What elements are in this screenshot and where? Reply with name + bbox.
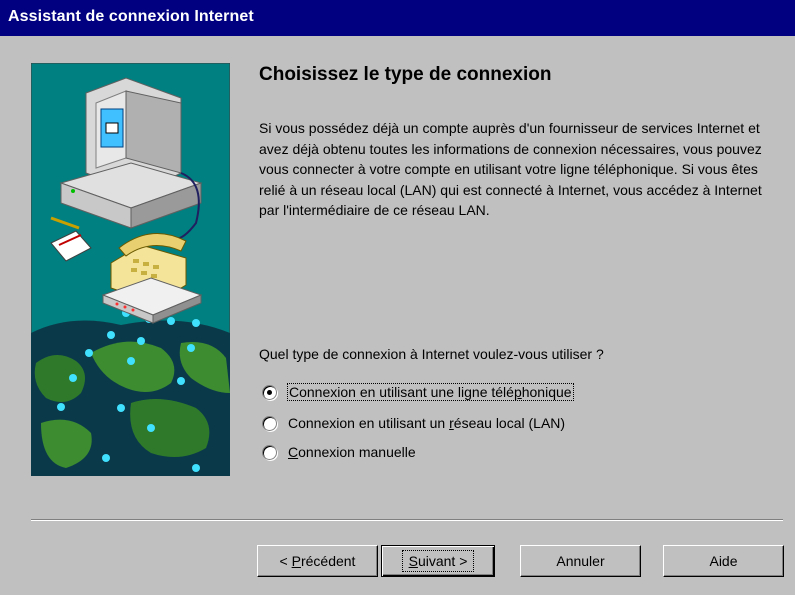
radio-button-selected[interactable]	[262, 384, 277, 400]
radio-label-text: Connexion en utilisant une ligne télé	[289, 384, 514, 400]
radio-label-accesskey: C	[288, 444, 299, 460]
button-text: <	[279, 553, 292, 569]
radio-dot-icon	[267, 389, 272, 395]
connection-type-question: Quel type de connexion à Internet voulez…	[259, 346, 604, 362]
computer-phone-internet-illustration	[31, 63, 230, 476]
radio-button[interactable]	[262, 444, 277, 460]
radio-phone-line[interactable]: Connexion en utilisant une ligne télépho…	[262, 382, 574, 402]
button-accesskey: S	[408, 553, 418, 569]
cancel-button-label: Annuler	[556, 553, 605, 569]
radio-button[interactable]	[262, 415, 277, 431]
radio-label-text: éseau local (LAN)	[453, 415, 566, 431]
button-text: récédent	[300, 553, 356, 569]
button-accesskey: P	[291, 553, 301, 569]
radio-manual-label[interactable]: Connexion manuelle	[288, 444, 416, 460]
title-bar[interactable]: Assistant de connexion Internet	[0, 0, 795, 36]
next-button[interactable]: Suivant >	[381, 545, 495, 577]
radio-lan-label[interactable]: Connexion en utilisant un réseau local (…	[288, 415, 565, 431]
cancel-button[interactable]: Annuler	[520, 545, 641, 577]
wizard-window: Assistant de connexion Internet Choisiss…	[0, 0, 795, 595]
radio-label-text: Connexion en utilisant un	[288, 415, 450, 431]
radio-label-text: honique	[521, 384, 572, 400]
radio-manual[interactable]: Connexion manuelle	[262, 442, 416, 462]
page-heading: Choisissez le type de connexion	[259, 64, 552, 85]
radio-label-text: onnexion manuelle	[298, 444, 416, 460]
back-button[interactable]: < Précédent	[257, 545, 378, 577]
radio-phone-line-label[interactable]: Connexion en utilisant une ligne télépho…	[287, 383, 574, 401]
page-description: Si vous possédez déjà un compte auprès d…	[259, 120, 762, 218]
help-button-label: Aide	[709, 553, 738, 569]
radio-label-accesskey: p	[513, 384, 522, 400]
back-button-label: < Précédent	[280, 553, 356, 569]
button-separator	[31, 519, 783, 521]
radio-lan[interactable]: Connexion en utilisant un réseau local (…	[262, 413, 565, 433]
button-text: uivant >	[417, 553, 468, 569]
next-button-label: Suivant >	[401, 550, 475, 572]
help-button[interactable]: Aide	[663, 545, 784, 577]
window-title: Assistant de connexion Internet	[8, 8, 254, 25]
